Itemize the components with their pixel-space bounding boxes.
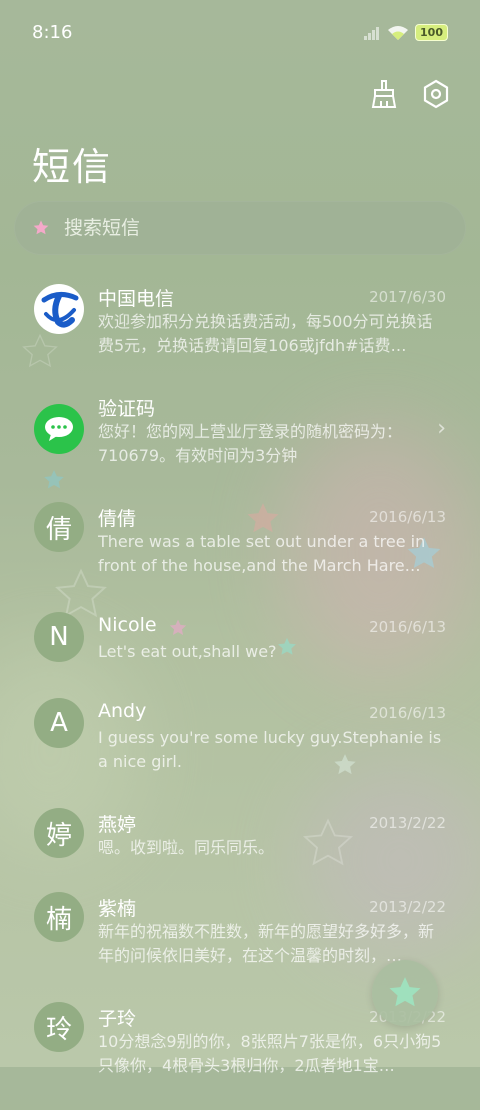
message-date: 2016/6/13 — [369, 618, 446, 636]
message-date: 2016/6/13 — [369, 508, 446, 526]
clean-button[interactable] — [368, 78, 400, 110]
sender-name: 子玲 — [98, 1008, 137, 1030]
search-input[interactable] — [62, 216, 446, 240]
contact-avatar: 玲 — [34, 1002, 84, 1052]
sender-name: 燕婷 — [98, 814, 137, 836]
message-row[interactable]: 倩 倩倩 2016/6/13 There was a table set out… — [0, 502, 480, 610]
settings-hex-icon — [423, 79, 449, 109]
message-preview: 您好！您的网上营业厅登录的随机密码为：710679。有效时间为3分钟 — [98, 422, 403, 465]
message-preview: There was a table set out under a tree i… — [98, 532, 426, 575]
star-icon — [389, 977, 421, 1007]
message-preview: 10分想念9别的你，8张照片7张是你，6只小狗5只像你，4根骨头3根归你，2瓜者… — [98, 1032, 442, 1075]
wifi-icon — [388, 25, 409, 40]
telecom-logo-icon — [35, 285, 83, 333]
telecom-logo-avatar — [34, 284, 84, 334]
message-row[interactable]: A Andy 2016/6/13 I guess you're some luc… — [0, 698, 480, 806]
chat-avatar — [34, 404, 84, 454]
signal-icon — [364, 26, 380, 40]
message-preview: 欢迎参加积分兑换话费活动，每500分可兑换话费5元，兑换话费请回复106或jfd… — [98, 312, 433, 355]
broom-icon — [371, 80, 397, 108]
status-icons: 100 — [363, 24, 448, 41]
search-bar[interactable] — [14, 201, 466, 255]
top-actions — [368, 78, 452, 110]
contact-avatar: 楠 — [34, 892, 84, 942]
sender-name: Andy — [98, 700, 147, 722]
compose-fab[interactable] — [372, 960, 438, 1026]
message-row[interactable]: 中国电信 2017/6/30 欢迎参加积分兑换话费活动，每500分可兑换话费5元… — [0, 272, 480, 380]
page-title: 短信 — [32, 145, 113, 189]
sender-name: 紫楠 — [98, 898, 137, 920]
contact-avatar: 婷 — [34, 808, 84, 858]
chevron-right-icon: › — [437, 416, 446, 441]
message-preview: I guess you're some lucky guy.Stephanie … — [98, 728, 442, 771]
status-bar: 8:16 100 — [0, 0, 480, 66]
sender-name: 验证码 — [98, 398, 156, 420]
contact-avatar: 倩 — [34, 502, 84, 552]
sender-name: 倩倩 — [98, 508, 137, 530]
star-icon — [33, 220, 49, 235]
message-preview: Let's eat out,shall we? — [98, 642, 277, 661]
message-row[interactable]: 验证码 您好！您的网上营业厅登录的随机密码为：710679。有效时间为3分钟 › — [0, 392, 480, 500]
settings-button[interactable] — [420, 78, 452, 110]
contact-avatar: N — [34, 612, 84, 662]
sender-name: 中国电信 — [98, 288, 175, 310]
message-date: 2016/6/13 — [369, 704, 446, 722]
message-preview: 新年的祝福数不胜数，新年的愿望好多好多，新年的问候依旧美好，在这个温馨的时刻，… — [98, 922, 435, 965]
message-date: 2013/2/22 — [369, 814, 446, 832]
battery-indicator: 100 — [415, 24, 448, 41]
contact-avatar: A — [34, 698, 84, 748]
sender-name: Nicole — [98, 614, 157, 636]
message-date: 2013/2/22 — [369, 898, 446, 916]
chat-bubble-icon — [45, 417, 73, 441]
status-time: 8:16 — [32, 22, 73, 43]
message-preview: 嗯。收到啦。同乐同乐。 — [98, 838, 275, 857]
message-date: 2017/6/30 — [369, 288, 446, 306]
